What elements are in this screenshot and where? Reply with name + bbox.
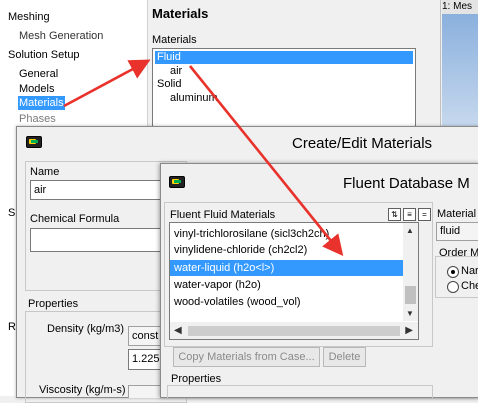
arrow-to-materials-list: [63, 59, 151, 108]
arrow-to-water-liquid: [188, 65, 344, 257]
annotation-arrows: [63, 59, 344, 257]
